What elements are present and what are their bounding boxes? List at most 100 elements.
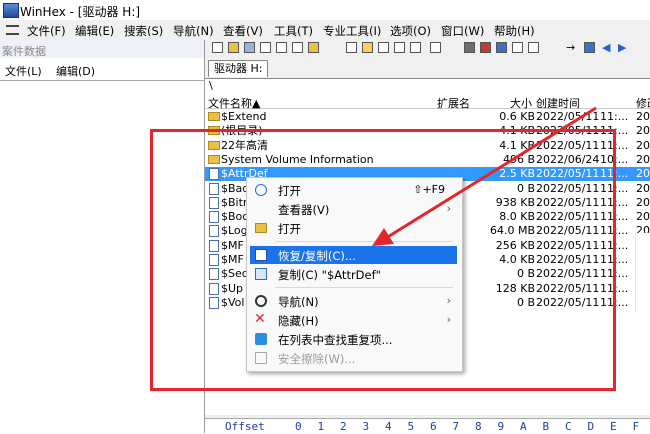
folder-icon	[208, 140, 220, 150]
ctx-open-item[interactable]: 打开 ⇧+F9	[250, 181, 457, 199]
col-extension[interactable]: 扩展名	[437, 95, 470, 111]
hex-column-label: E	[610, 420, 617, 433]
table-row[interactable]: System Volume Information 496 B 2022/06/24…	[205, 153, 650, 167]
arrow-right-icon[interactable]: →	[566, 41, 577, 54]
case-menu-file[interactable]: 文件(L)	[5, 63, 42, 79]
cell-size: 64.0 MB	[489, 224, 535, 238]
cell-created: 2022/05/11	[536, 181, 600, 195]
table-row[interactable]: 22年高清 4.1 KB 2022/05/11 11:... 20	[205, 139, 650, 153]
menu-view[interactable]: 查看(V)	[223, 23, 263, 39]
cell-size: 0 B	[516, 181, 535, 195]
submenu-arrow-icon: ›	[446, 313, 451, 326]
cell-created-time: 11:...	[600, 224, 629, 238]
ctx-navigate-item[interactable]: 导航(N) ›	[250, 292, 457, 310]
cell-created-time: 11:...	[600, 181, 629, 195]
hex-column-label: 3	[362, 420, 370, 433]
cell-modified: 20	[636, 110, 650, 123]
ctx-open2-item[interactable]: 打开	[250, 219, 457, 237]
cell-created-time: 11:...	[600, 210, 629, 224]
folder-icon	[208, 112, 220, 121]
ctx-find-duplicates-item[interactable]: 在列表中查找重复项...	[250, 330, 457, 348]
case-data-menu: 文件(L) 编辑(D)	[0, 62, 204, 78]
hex-column-label: F	[632, 420, 640, 433]
cell-created-time: 11:...	[600, 195, 629, 209]
cell-created-time: 11:...	[600, 124, 629, 138]
find-hex-icon[interactable]	[496, 42, 507, 53]
find-icon[interactable]	[464, 42, 475, 53]
ctx-copy-name-item[interactable]: 复制(C) "$AttrDef"	[250, 265, 457, 283]
cell-created-time: 11:...	[600, 238, 629, 252]
menu-window[interactable]: 窗口(W)	[441, 23, 484, 39]
file-icon	[209, 211, 219, 224]
cell-created-time: 11:...	[600, 253, 629, 266]
path-bar: \	[205, 79, 650, 93]
cell-size: 256 KB	[495, 238, 535, 252]
open-folder-icon[interactable]	[228, 42, 239, 53]
menu-options[interactable]: 选项(O)	[390, 23, 431, 39]
hex-column-label: 2	[340, 420, 347, 433]
cell-modified: 20	[636, 181, 650, 195]
new-file-icon[interactable]	[212, 42, 223, 53]
cell-filename: $Extend	[221, 110, 267, 123]
ctx-viewer-item[interactable]: 查看器(V) ›	[250, 200, 457, 218]
menu-file[interactable]: 文件(F)	[27, 23, 66, 39]
toolbar: → ◀ ▶	[208, 40, 650, 58]
back-icon[interactable]: ◀	[602, 41, 613, 54]
col-created[interactable]: 创建时间	[536, 95, 580, 111]
menu-search[interactable]: 搜索(S)	[124, 23, 163, 39]
fill-icon[interactable]	[410, 42, 421, 53]
menu-help[interactable]: 帮助(H)	[494, 23, 535, 39]
table-row[interactable]: $Extend 0.6 KB 2022/05/11 11:... 20	[205, 110, 650, 124]
menu-grip-icon[interactable]	[6, 25, 19, 35]
save-icon[interactable]	[244, 42, 255, 53]
cell-created: 2022/05/11	[536, 195, 600, 209]
ctx-secure-erase-item[interactable]: 安全擦除(W)...	[250, 349, 457, 367]
recover-copy-icon	[255, 249, 267, 261]
case-data-panel: 案件数据 文件(L) 编辑(D)	[0, 40, 205, 434]
menu-tools[interactable]: 工具(T)	[274, 23, 313, 39]
paste-icon[interactable]	[378, 42, 389, 53]
copy-icon[interactable]	[362, 42, 373, 53]
secure-erase-icon	[255, 352, 267, 364]
ctx-find-dup-label: 在列表中查找重复项...	[278, 333, 393, 347]
tab-drive-h[interactable]: 驱动器 H:	[208, 60, 269, 77]
menu-bar: 文件(F) 编辑(E) 搜索(S) 导航(N) 查看(V) 工具(T) 专业工具…	[0, 20, 650, 40]
cell-created: 2022/05/11	[536, 138, 600, 152]
goto-icon[interactable]	[528, 42, 539, 53]
undo-icon[interactable]	[346, 42, 357, 53]
menu-navigate[interactable]: 导航(N)	[173, 23, 214, 39]
properties-icon[interactable]	[276, 42, 287, 53]
ctx-separator	[275, 241, 453, 242]
file-icon	[209, 225, 219, 238]
binary-icon[interactable]	[430, 42, 441, 53]
ctx-open2-label: 打开	[278, 222, 301, 236]
case-menu-edit[interactable]: 编辑(D)	[56, 63, 95, 79]
col-size[interactable]: 大小	[510, 95, 532, 111]
cell-size: 0 B	[516, 267, 535, 281]
folder-icon	[255, 223, 267, 233]
ctx-hide-item[interactable]: ✕ 隐藏(H) ›	[250, 311, 457, 329]
folder-tools-icon[interactable]	[308, 42, 319, 53]
case-tree[interactable]	[0, 80, 204, 434]
hex-column-label: 0	[295, 420, 302, 433]
ctx-recover-copy-item[interactable]: 恢复/复制(C)...	[250, 246, 457, 264]
cell-filename: 22年高清	[221, 138, 268, 152]
hex-offset-label: Offset	[225, 420, 265, 433]
menu-edit[interactable]: 编辑(E)	[75, 23, 114, 39]
find-text-icon[interactable]	[480, 42, 491, 53]
col-filename[interactable]: 文件名称▲	[208, 95, 260, 111]
print-icon[interactable]	[260, 42, 271, 53]
menu-pro-tools[interactable]: 专业工具(I)	[323, 23, 381, 39]
hex-column-label: 4	[385, 420, 392, 433]
forward-icon[interactable]: ▶	[618, 41, 629, 54]
file-icon	[209, 254, 219, 266]
cell-modified: 20	[636, 138, 650, 152]
disk-icon[interactable]	[292, 42, 303, 53]
file-icon	[209, 282, 219, 295]
case-data-caption: 案件数据	[0, 40, 204, 58]
col-modified[interactable]: 修改	[636, 95, 650, 111]
paste-special-icon[interactable]	[394, 42, 405, 53]
replace-icon[interactable]	[512, 42, 523, 53]
jump-icon[interactable]	[584, 42, 595, 53]
table-row[interactable]: (根目录) 4.1 KB 2022/05/11 11:... 20	[205, 124, 650, 138]
